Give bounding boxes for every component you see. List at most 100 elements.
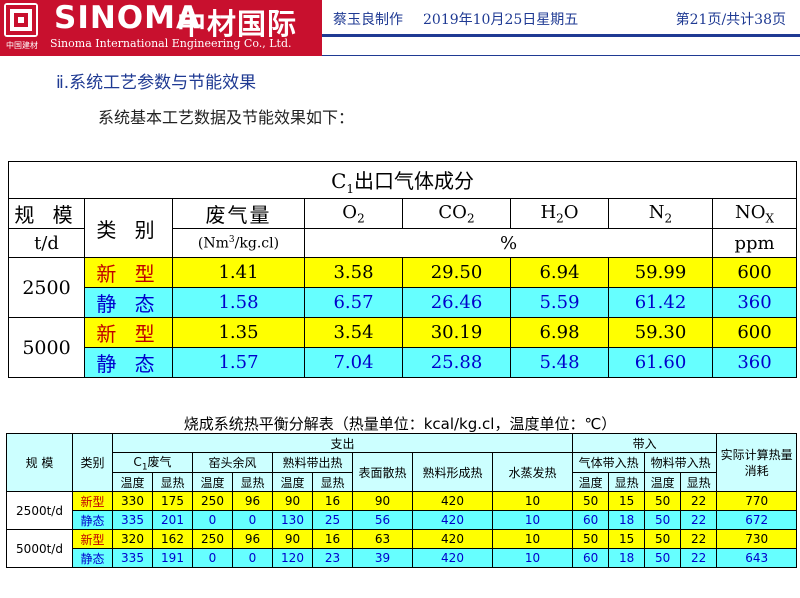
scale-2500: 2500t/d [6,491,73,531]
o2-cell: 3.58 [304,257,403,288]
cell: 335 [112,510,153,531]
header-heat: 显热 [232,472,273,493]
header-temp: 温度 [272,472,313,493]
header-co2: CO2 [402,198,511,229]
cell: 0 [232,548,273,569]
header-waste-gas: 废气量 [172,198,305,229]
cell: 0 [192,548,233,569]
co2-cell: 29.50 [402,257,511,288]
header-material-in: 物料带入热 [644,451,718,474]
cell: 18 [608,548,646,569]
scale-5000: 5000 [8,317,85,378]
cell: 60 [572,510,610,531]
type-label: 静态 [72,548,113,569]
cell: 175 [152,491,193,512]
o2-cell: 6.57 [304,287,403,318]
unit-scale: t/d [8,228,85,258]
unit-waste-gas: (Nm3/kg.cl) [172,228,305,258]
type-label: 静 态 [84,347,173,378]
table-row: 静态 335 201 0 0 130 25 56 420 10 60 18 50… [7,510,798,531]
header-type: 类别 [72,432,113,493]
header-c1-exhaust: C1废气 [112,451,193,474]
header-temp: 温度 [644,472,682,493]
cell: 162 [152,529,193,550]
heat-balance-table: 规 模 类别 支出 带入 实际计算热量消耗 C1废气 窑头余风 熟料带出热 表面… [6,432,798,569]
cell: 420 [412,510,493,531]
cell: 50 [644,548,682,569]
scale-2500: 2500 [8,257,85,318]
logo-english-name: Sinoma International Engineering Co., Lt… [50,37,292,50]
header-formation-heat: 熟料形成热 [412,451,493,493]
type-label: 静 态 [84,287,173,318]
table-row: 5000t/d 新型 320 162 250 96 90 16 63 420 1… [6,529,798,569]
cell: 250 [192,529,233,550]
h2o-cell: 6.94 [510,257,609,288]
author: 蔡玉良制作 [333,12,403,28]
cell: 120 [272,548,313,569]
emblem-icon [4,3,38,37]
section-title: ⅱ.系统工艺参数与节能效果 [56,73,257,93]
cell: 10 [491,491,574,512]
header-temp: 温度 [572,472,610,493]
header-n2: N2 [608,198,713,229]
cell: 15 [608,491,646,512]
header-input: 带入 [572,433,718,453]
cell: 335 [112,548,153,569]
header-temp: 温度 [192,472,233,493]
nox-cell: 360 [711,287,798,318]
page-number: 第21页/共计38页 [675,12,786,28]
o2-cell: 7.04 [304,347,403,378]
table-row: 静态 335 191 0 0 120 23 39 420 10 60 18 50… [7,548,798,569]
header-heat: 显热 [152,472,193,493]
header-clinker-out: 熟料带出热 [272,451,353,474]
nox-cell: 360 [711,347,798,378]
nox-cell: 600 [711,317,798,348]
header-scale: 规 模 [6,432,73,493]
cell: 130 [272,510,313,531]
cell: 22 [680,548,718,569]
cell: 56 [352,510,413,531]
cell: 0 [192,510,233,531]
table-row: 2500t/d 新型 330 175 250 96 90 16 90 420 1… [6,491,798,531]
header-heat: 显热 [608,472,646,493]
cell: 25 [312,510,353,531]
co2-cell: 26.46 [402,287,511,318]
header-type: 类 别 [84,198,173,258]
header-surface-loss: 表面散热 [352,451,413,493]
header-scale: 规 模 [8,198,85,229]
logo-small-text: 中国建材 [6,41,38,50]
cell: 16 [312,491,353,512]
cell: 330 [112,491,153,512]
cell: 39 [352,548,413,569]
unit-ppm: ppm [711,228,798,258]
cell: 22 [680,491,718,512]
h2o-cell: 5.48 [510,347,609,378]
header-expenditure: 支出 [111,433,574,453]
table-title: C1出口气体成分 [7,161,798,199]
cell: 50 [572,491,610,512]
header-water-evap: 水蒸发热 [491,451,574,493]
waste-gas-cell: 1.57 [172,347,305,378]
n2-cell: 61.60 [608,347,713,378]
nox-cell: 600 [711,257,798,288]
cell: 420 [412,548,493,569]
cell: 10 [491,529,574,550]
cell: 50 [644,529,682,550]
o2-cell: 3.54 [304,317,403,348]
type-label: 新 型 [84,317,173,348]
cell: 18 [608,510,646,531]
cell: 16 [312,529,353,550]
cell: 22 [680,510,718,531]
cell: 420 [412,529,493,550]
header-heat: 显热 [312,472,353,493]
cell: 191 [152,548,193,569]
header-nox: NOX [711,198,798,229]
page-header: 中国建材 SINOMA 中材国际 Sinoma International En… [0,0,800,58]
cell: 730 [716,529,798,550]
h2o-cell: 5.59 [510,287,609,318]
header-gas-in: 气体带入热 [572,451,646,474]
company-logo: 中国建材 SINOMA 中材国际 Sinoma International En… [0,0,322,56]
cell: 643 [716,548,798,569]
cell: 250 [192,491,233,512]
h2o-cell: 6.98 [510,317,609,348]
